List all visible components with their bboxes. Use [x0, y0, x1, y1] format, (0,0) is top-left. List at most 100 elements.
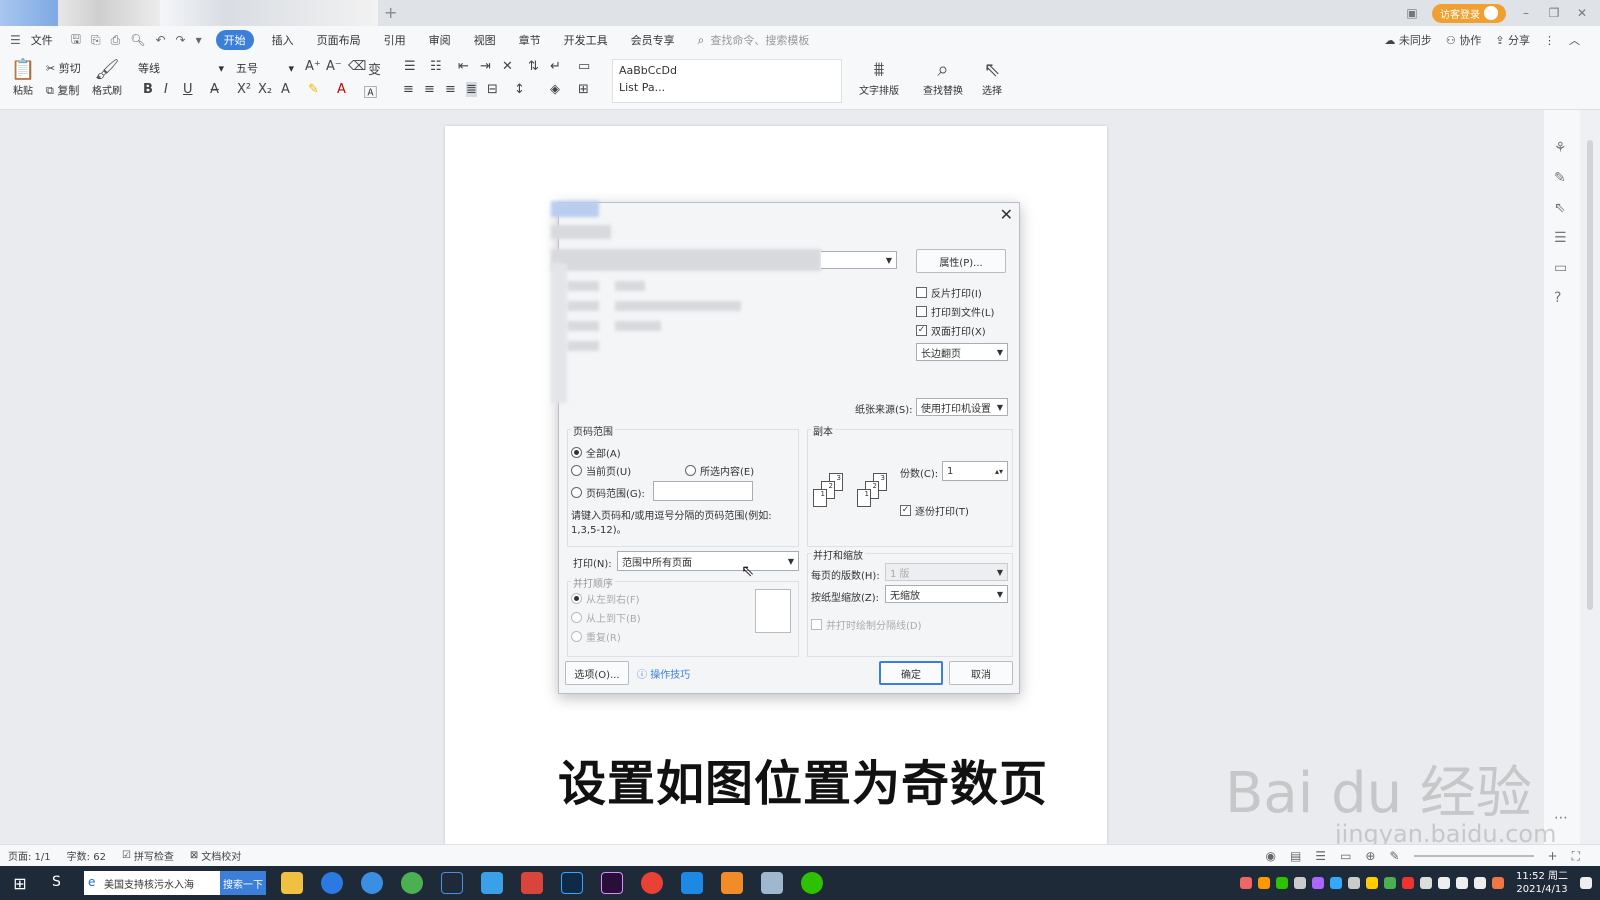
taskbar-clock[interactable]: 11:52 周二 2021/4/13 — [1516, 870, 1568, 896]
menu-developer[interactable]: 开发工具 — [564, 32, 608, 48]
font-app-icon[interactable] — [441, 872, 463, 894]
document-tab-1[interactable] — [0, 0, 58, 26]
tray-app-icon[interactable] — [1402, 877, 1414, 889]
file-explorer-icon[interactable] — [281, 872, 303, 894]
doc-check-toggle[interactable]: ⊠ 文档校对 — [190, 848, 241, 863]
line-spacing-icon[interactable]: ↕ — [514, 82, 525, 97]
printer-select[interactable]: ▼ — [821, 251, 897, 269]
clear-format-icon[interactable]: ⌫ — [348, 59, 366, 74]
page-count[interactable]: 页面: 1/1 — [8, 848, 51, 863]
layout-icon[interactable]: ▣ — [1404, 6, 1420, 20]
photoshop-icon[interactable] — [561, 872, 583, 894]
decrease-indent-icon[interactable]: ⇤ — [458, 59, 469, 74]
command-search-input[interactable]: 查找命令、搜索模板 — [710, 32, 809, 48]
wps-icon[interactable] — [521, 872, 543, 894]
close-icon[interactable]: ✕ — [1000, 205, 1013, 224]
underline-icon[interactable]: U — [183, 82, 193, 97]
distributed-icon[interactable]: ⊟ — [487, 82, 498, 97]
scrollbar-thumb[interactable] — [1587, 140, 1593, 610]
bold-icon[interactable]: B — [143, 82, 153, 97]
bullets-icon[interactable]: ☰ — [404, 59, 416, 74]
highlight-icon[interactable]: ✎ — [308, 82, 319, 97]
zoom-slider[interactable] — [1413, 855, 1534, 857]
find-replace-button[interactable]: ⌕ 查找替换 — [918, 56, 968, 97]
vertical-scrollbar[interactable] — [1580, 110, 1600, 844]
char-border-icon[interactable]: 🄰 — [364, 82, 377, 101]
tray-app-icon[interactable] — [1366, 877, 1378, 889]
taskbar-search-button[interactable]: 搜索一下 — [220, 871, 266, 895]
collate-checkbox[interactable]: ✓ 逐份打印(T) — [900, 503, 969, 518]
ime-icon[interactable] — [1492, 877, 1504, 889]
radio-order-lr[interactable]: 从左到右(F) — [571, 591, 640, 606]
print-preview-icon[interactable]: 🔍︎ — [130, 33, 145, 47]
network-icon[interactable] — [1456, 877, 1468, 889]
increase-indent-icon[interactable]: ⇥ — [480, 59, 491, 74]
paste-button[interactable]: 📋 粘贴 — [8, 56, 38, 97]
radio-current-page[interactable]: 当前页(U) — [571, 463, 631, 478]
eye-protection-icon[interactable]: ◉ — [1265, 849, 1275, 863]
hamburger-icon[interactable]: ☰ — [10, 33, 21, 47]
adjust-icon[interactable]: ☰ — [1554, 230, 1567, 246]
show-marks-icon[interactable]: ↵ — [550, 59, 561, 74]
phonetic-icon[interactable]: 变 — [368, 59, 381, 78]
text-layout-button[interactable]: ⩩ 文字排版 — [854, 56, 904, 97]
radio-order-repeat[interactable]: 重复(R) — [571, 629, 621, 644]
notepad-icon[interactable] — [761, 872, 783, 894]
chinese-layout-icon[interactable]: ✕ — [502, 59, 513, 74]
new-tab-icon[interactable]: + — [384, 3, 397, 22]
menu-section[interactable]: 章节 — [519, 32, 541, 48]
menu-file[interactable]: 文件 — [31, 32, 53, 48]
zoom-in-icon[interactable]: + — [1548, 849, 1558, 863]
maximize-icon[interactable]: ❐ — [1546, 6, 1562, 20]
italic-icon[interactable]: I — [164, 82, 168, 97]
radio-page-range[interactable]: 页码范围(G): — [571, 485, 645, 500]
font-name-select[interactable]: 等线 ▾ — [134, 59, 228, 77]
tray-app-icon[interactable] — [1294, 877, 1306, 889]
print-to-file-checkbox[interactable]: 打印到文件(L) — [916, 304, 994, 319]
page-range-input[interactable] — [653, 481, 753, 501]
collab-button[interactable]: ⚇ 协作 — [1446, 32, 1481, 48]
options-button[interactable]: 选项(O)... — [565, 661, 629, 685]
360-icon[interactable] — [401, 872, 423, 894]
tray-app-icon[interactable] — [1240, 877, 1252, 889]
customize-chevron-icon[interactable]: ▾ — [196, 33, 202, 47]
align-left-icon[interactable]: ≡ — [403, 82, 414, 97]
document-tab-2[interactable] — [58, 0, 160, 26]
archive-icon[interactable]: ▭ — [1554, 260, 1567, 276]
justify-icon[interactable]: ≣ — [466, 82, 477, 97]
document-tab-3[interactable] — [160, 0, 378, 26]
format-painter-button[interactable]: 🖌 格式刷 — [90, 56, 124, 97]
print-pages-select[interactable]: 范围中所有页面 ▼ — [617, 551, 799, 571]
copy-button[interactable]: ⧉ 复制 — [46, 82, 79, 98]
usb-icon[interactable] — [1420, 877, 1432, 889]
word-count[interactable]: 字数: 62 — [67, 848, 106, 863]
tray-app-icon[interactable] — [1330, 877, 1342, 889]
borders-icon[interactable]: ⊞ — [578, 82, 589, 97]
write-view-icon[interactable]: ✎ — [1389, 849, 1399, 863]
pages-per-sheet-select[interactable]: 1 版 ▼ — [885, 563, 1008, 581]
fullscreen-icon[interactable]: ⛶ — [1572, 849, 1580, 864]
duplex-mode-select[interactable]: 长边翻页 ▼ — [916, 343, 1008, 361]
tips-link[interactable]: ⓘ 操作技巧 — [637, 666, 690, 681]
text-effect-icon[interactable]: A — [281, 82, 290, 97]
edit-icon[interactable]: ✎ — [1554, 170, 1566, 186]
collapse-ribbon-icon[interactable]: ︿ — [1569, 32, 1580, 48]
microphone-icon[interactable] — [1438, 877, 1450, 889]
font-color-icon[interactable]: A — [337, 82, 346, 97]
reverse-print-checkbox[interactable]: 反片打印(I) — [916, 285, 982, 300]
share-button[interactable]: ⇪ 分享 — [1495, 32, 1530, 48]
office-app-icon[interactable] — [721, 872, 743, 894]
help-icon[interactable]: ? — [1554, 290, 1561, 306]
premiere-icon[interactable] — [601, 872, 623, 894]
volume-icon[interactable] — [1474, 877, 1486, 889]
menu-review[interactable]: 审阅 — [429, 32, 451, 48]
print-icon[interactable]: ⎙ — [111, 33, 121, 48]
select-button[interactable]: ⇖ 选择 — [974, 56, 1010, 97]
menu-insert[interactable]: 插入 — [272, 32, 294, 48]
spin-arrows-icon[interactable]: ▴▾ — [995, 467, 1003, 476]
radio-all[interactable]: 全部(A) — [571, 445, 621, 460]
grow-font-icon[interactable]: A⁺ — [305, 59, 321, 74]
undo-icon[interactable]: ↶ — [155, 33, 165, 47]
font-size-select[interactable]: 五号 ▾ — [232, 59, 298, 77]
tray-app-icon[interactable] — [1312, 877, 1324, 889]
